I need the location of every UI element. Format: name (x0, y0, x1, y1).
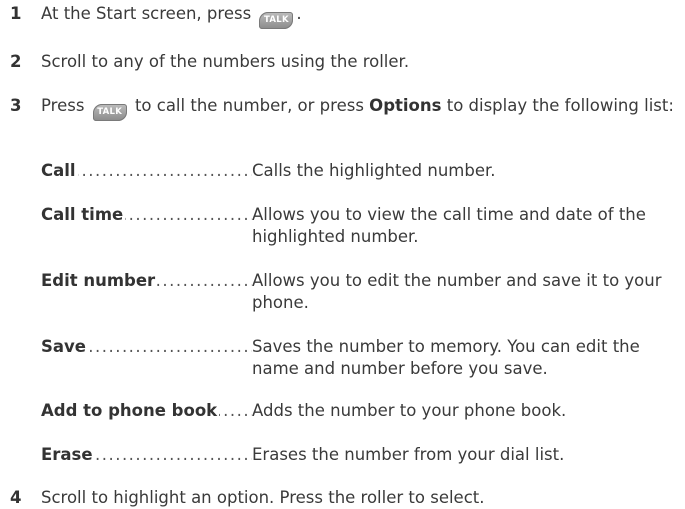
option-term: Call time (41, 205, 126, 224)
step-text: Scroll to any of the numbers using the r… (41, 52, 410, 71)
option-row-edit-number: ........................................… (41, 270, 671, 314)
step-number: 2 (10, 52, 22, 71)
step-text: to call the number, or press (134, 96, 364, 115)
step-number: 3 (10, 96, 22, 115)
option-description: Calls the highlighted number. (252, 161, 496, 180)
option-term: Add to phone book (41, 401, 220, 420)
option-row-call-time: ........................................… (41, 204, 671, 248)
option-term: Save (41, 337, 88, 356)
option-description: Allows you to view the call time and dat… (252, 205, 646, 246)
step-number: 1 (10, 4, 22, 23)
step-text: Press (41, 96, 85, 115)
option-description: Adds the number to your phone book. (252, 401, 567, 420)
option-row-save: ........................................… (41, 336, 671, 380)
step-text: to display the following list: (446, 96, 674, 115)
option-description: Saves the number to memory. You can edit… (252, 337, 640, 378)
option-row-call: ........................................… (41, 160, 671, 182)
option-term: Edit number (41, 271, 158, 290)
step-text: At the Start screen, press (41, 4, 252, 23)
step-3: 3 Press TALK to call the number, or pres… (10, 94, 675, 121)
option-description: Allows you to edit the number and save i… (252, 271, 662, 312)
talk-key-icon: TALK (92, 104, 127, 121)
option-term: Erase (41, 445, 95, 464)
step-2: 2 Scroll to any of the numbers using the… (10, 50, 675, 73)
talk-key-icon: TALK (259, 12, 294, 29)
option-description: Erases the number from your dial list. (252, 445, 565, 464)
step-1: 1 At the Start screen, press TALK. (10, 2, 675, 29)
option-row-add-to-phone-book: ........................................… (41, 400, 671, 422)
step-text: . (296, 4, 302, 23)
options-label: Options (369, 96, 442, 115)
option-term: Call (41, 161, 78, 180)
option-row-erase: ........................................… (41, 444, 671, 466)
